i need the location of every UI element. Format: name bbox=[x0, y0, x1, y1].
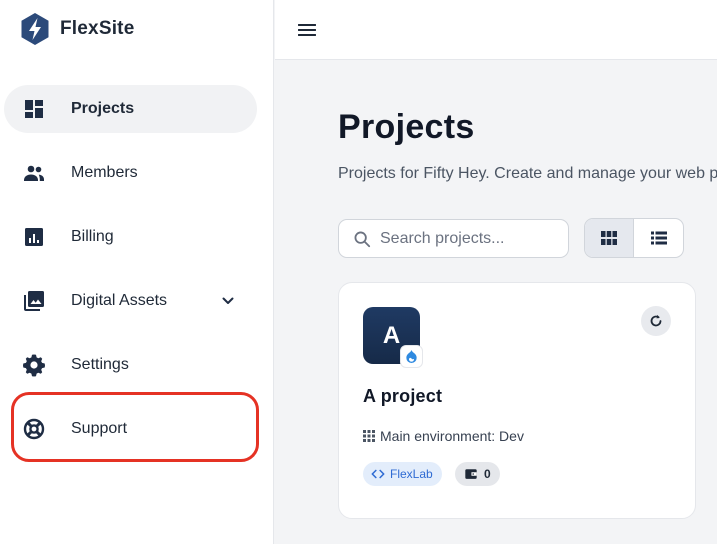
sidebar-item-members[interactable]: Members bbox=[4, 149, 257, 197]
lifebuoy-icon bbox=[23, 418, 45, 440]
grid-view-icon bbox=[601, 231, 617, 245]
sync-button[interactable] bbox=[641, 306, 671, 336]
grid-dots-icon bbox=[363, 430, 375, 442]
project-name: A project bbox=[363, 386, 443, 406]
sidebar-item-billing[interactable]: Billing bbox=[4, 213, 257, 261]
sidebar-item-settings[interactable]: Settings bbox=[4, 341, 257, 389]
project-card[interactable]: A A project Main environment: Dev FlexLa… bbox=[338, 282, 696, 519]
gear-icon bbox=[23, 354, 45, 377]
people-icon bbox=[24, 165, 44, 181]
drupal-icon bbox=[406, 349, 417, 363]
cms-badge bbox=[400, 345, 423, 368]
page-title: Projects bbox=[338, 108, 475, 146]
asset-count-badge: 0 bbox=[455, 462, 500, 486]
source-tag-label: FlexLab bbox=[390, 467, 433, 481]
list-view-button[interactable] bbox=[634, 219, 683, 257]
sidebar-item-label: Billing bbox=[71, 228, 114, 245]
brand[interactable]: FlexSite bbox=[20, 12, 134, 46]
sidebar-item-label: Support bbox=[71, 420, 128, 437]
page-subtitle: Projects for Fifty Hey. Create and manag… bbox=[338, 165, 717, 182]
environment-info: Main environment: Dev bbox=[363, 428, 524, 444]
refresh-icon bbox=[650, 314, 662, 327]
code-icon bbox=[371, 469, 385, 479]
sidebar-item-projects[interactable]: Projects bbox=[4, 85, 257, 133]
search-icon bbox=[354, 231, 371, 248]
sidebar-item-label: Projects bbox=[71, 100, 135, 117]
dashboard-icon bbox=[25, 100, 43, 118]
hamburger-menu-icon[interactable] bbox=[295, 18, 319, 42]
search-box[interactable] bbox=[338, 219, 569, 258]
source-tag[interactable]: FlexLab bbox=[363, 462, 442, 486]
grid-view-button[interactable] bbox=[585, 219, 635, 257]
search-input[interactable] bbox=[380, 220, 560, 257]
sidebar-item-support[interactable]: Support bbox=[4, 405, 257, 453]
image-gallery-icon bbox=[24, 291, 44, 311]
brand-name: FlexSite bbox=[60, 18, 135, 39]
environment-label: Main environment: Dev bbox=[380, 428, 524, 444]
wallet-icon bbox=[465, 469, 477, 479]
sidebar-item-digital-assets[interactable]: Digital Assets bbox=[4, 277, 257, 325]
sidebar-item-label: Members bbox=[71, 164, 138, 181]
asset-count: 0 bbox=[484, 467, 491, 481]
topbar bbox=[275, 0, 717, 60]
sidebar: FlexSite Projects Members Billing Digita… bbox=[0, 0, 274, 544]
list-view-icon bbox=[650, 231, 667, 245]
brand-logo-icon bbox=[21, 13, 49, 45]
sidebar-item-label: Settings bbox=[71, 356, 129, 373]
sidebar-item-label: Digital Assets bbox=[71, 292, 168, 309]
chevron-down-icon[interactable] bbox=[218, 291, 238, 311]
bar-chart-icon bbox=[25, 228, 43, 246]
view-toggle bbox=[584, 218, 684, 258]
